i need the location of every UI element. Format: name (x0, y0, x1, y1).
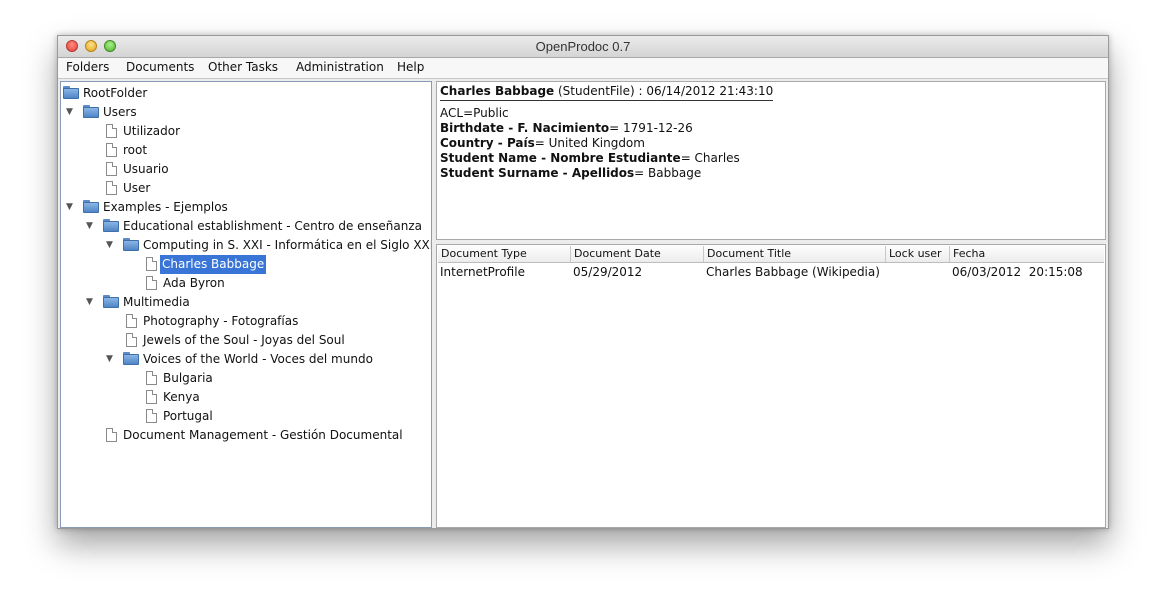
folder-icon (83, 105, 99, 118)
property-birthdate: Birthdate - F. Nacimiento= 1791-12-26 (440, 121, 693, 135)
document-icon (106, 143, 117, 157)
folder-icon (123, 352, 139, 365)
tree-node-label: Utilizador (123, 124, 181, 138)
cell-fecha: 06/03/2012 20:15:08 (952, 265, 1083, 279)
tree-node-label: Document Management - Gestión Documental (123, 428, 403, 442)
tree-node-label: Usuario (123, 162, 169, 176)
document-properties-panel: Charles Babbage (StudentFile) : 06/14/20… (436, 81, 1106, 240)
document-icon (146, 276, 157, 290)
document-icon (126, 314, 137, 328)
tree-node-label: Users (103, 105, 137, 119)
document-icon (146, 390, 157, 404)
title-bar[interactable]: OpenProdoc 0.7 (58, 36, 1108, 58)
column-header-document-type[interactable]: Document Type (438, 246, 571, 262)
document-icon (106, 124, 117, 138)
expand-triangle-icon[interactable]: ▼ (106, 236, 113, 255)
folder-icon (103, 219, 119, 232)
document-icon (146, 371, 157, 385)
tree-node-label: Kenya (163, 390, 200, 404)
tree-node-label: root (123, 143, 148, 157)
menu-bar: Folders Documents Other Tasks Administra… (58, 58, 1108, 79)
column-header-lock-user[interactable]: Lock user (886, 246, 950, 262)
document-icon (146, 257, 157, 271)
tree-node-label: Portugal (163, 409, 213, 423)
column-header-fecha[interactable]: Fecha (950, 246, 1104, 262)
menu-administration[interactable]: Administration (296, 60, 384, 74)
expand-triangle-icon[interactable]: ▼ (66, 198, 73, 217)
column-header-document-title[interactable]: Document Title (704, 246, 886, 262)
property-student-surname: Student Surname - Apellidos= Babbage (440, 166, 702, 180)
menu-documents[interactable]: Documents (126, 60, 194, 74)
document-icon (146, 409, 157, 423)
tree-node-label: Voices of the World - Voces del mundo (143, 352, 373, 366)
expand-triangle-icon[interactable]: ▼ (106, 350, 113, 369)
cell-document-type: InternetProfile (440, 265, 525, 279)
document-icon (106, 181, 117, 195)
property-country: Country - País= United Kingdom (440, 136, 645, 150)
folder-icon (103, 295, 119, 308)
document-type-and-date: (StudentFile) : 06/14/2012 21:43:10 (554, 84, 774, 98)
tree-node-label: Photography - Fotografías (143, 314, 299, 328)
expand-triangle-icon[interactable]: ▼ (86, 293, 93, 312)
cell-document-date: 05/29/2012 (573, 265, 643, 279)
tree-node-label: Computing in S. XXI - Informática en el … (143, 238, 432, 252)
app-window: OpenProdoc 0.7 Folders Documents Other T… (57, 35, 1109, 529)
menu-help[interactable]: Help (397, 60, 424, 74)
menu-folders[interactable]: Folders (66, 60, 109, 74)
document-name: Charles Babbage (440, 84, 555, 98)
tree-node-label: Educational establishment - Centro de en… (123, 219, 422, 233)
acl-line: ACL=Public (440, 106, 509, 120)
tree-node-label: RootFolder (83, 86, 148, 100)
document-icon (106, 162, 117, 176)
cell-document-title: Charles Babbage (Wikipedia) (706, 265, 880, 279)
column-header-document-date[interactable]: Document Date (571, 246, 704, 262)
folder-icon (63, 86, 79, 99)
documents-table: Document Type Document Date Document Tit… (436, 244, 1106, 528)
tree-node-label: Ada Byron (163, 276, 225, 290)
expand-triangle-icon[interactable]: ▼ (86, 217, 93, 236)
folder-icon (83, 200, 99, 213)
tree-node-label-selected: Charles Babbage (160, 255, 267, 274)
window-title: OpenProdoc 0.7 (535, 39, 631, 54)
tree-node-label: Examples - Ejemplos (103, 200, 228, 214)
menu-other-tasks[interactable]: Other Tasks (208, 60, 278, 74)
folder-icon (123, 238, 139, 251)
document-icon (126, 333, 137, 347)
properties-header: Charles Babbage (StudentFile) : 06/14/20… (440, 84, 774, 101)
tree-node-label: Jewels of the Soul - Joyas del Soul (143, 333, 345, 347)
tree-node-label: User (123, 181, 151, 195)
folder-tree[interactable]: RootFolder ▼ Users Utilizador root Usuar… (60, 81, 432, 528)
tree-node-label: Multimedia (123, 295, 190, 309)
tree-node-label: Bulgaria (163, 371, 213, 385)
property-student-name: Student Name - Nombre Estudiante= Charle… (440, 151, 740, 165)
document-icon (106, 428, 117, 442)
table-header: Document Type Document Date Document Tit… (438, 246, 1104, 263)
expand-triangle-icon[interactable]: ▼ (66, 103, 73, 122)
